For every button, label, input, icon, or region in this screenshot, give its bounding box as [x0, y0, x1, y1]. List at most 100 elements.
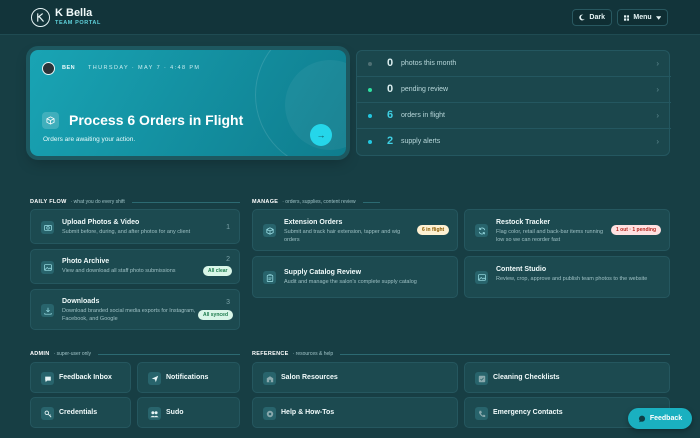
- card-title: Credentials: [59, 409, 98, 416]
- card-cleaning-checklists[interactable]: Cleaning Checklists: [464, 362, 670, 393]
- section-title: MANAGE: [252, 199, 279, 205]
- section-subtitle: · what you do every shift: [70, 199, 125, 205]
- card-title: Help & How-Tos: [281, 409, 335, 416]
- card-title: Photo Archive: [62, 258, 110, 265]
- card-content-studio[interactable]: Content Studio Review, crop, approve and…: [464, 256, 670, 298]
- chat-icon: [41, 372, 54, 385]
- card-description: Submit and track hair extension, tapper …: [284, 229, 401, 243]
- card-title: Supply Catalog Review: [284, 269, 362, 276]
- card-credentials[interactable]: Credentials: [30, 397, 131, 428]
- card-index: 3: [226, 299, 230, 306]
- moon-icon: [579, 14, 585, 21]
- refresh-icon: [475, 224, 488, 237]
- section-header-daily-flow: DAILY FLOW · what you do every shift: [30, 197, 240, 207]
- section-divider: [362, 201, 380, 203]
- card-description: View and download all staff photo submis…: [62, 268, 176, 274]
- help-icon: [263, 407, 276, 420]
- stat-label: pending review: [401, 86, 449, 93]
- stat-number: 0: [387, 57, 394, 69]
- status-badge: 1 out · 1 pending: [611, 225, 661, 235]
- feedback-label: Feedback: [649, 415, 683, 422]
- card-title: Content Studio: [496, 266, 547, 273]
- card-title: Salon Resources: [281, 374, 338, 381]
- image-icon: [475, 271, 488, 284]
- card-title: Sudo: [166, 409, 184, 416]
- chevron-right-icon: ›: [656, 137, 659, 146]
- section-divider: [340, 353, 670, 355]
- card-description: Submit before, during, and after photos …: [62, 229, 191, 235]
- chevron-right-icon: ›: [656, 85, 659, 94]
- chevron-right-icon: ›: [656, 111, 659, 120]
- status-badge: All synced: [198, 310, 234, 320]
- image-icon: [41, 261, 54, 274]
- card-title: Upload Photos & Video: [62, 219, 140, 226]
- card-title: Restock Tracker: [496, 219, 551, 226]
- section-title: DAILY FLOW: [30, 199, 67, 205]
- card-salon-resources[interactable]: Salon Resources: [252, 362, 458, 393]
- card-index: 1: [226, 224, 230, 231]
- stat-row-photos[interactable]: 0 photos this month ›: [357, 51, 671, 77]
- card-title: Notifications: [166, 374, 209, 381]
- stats-panel: 0 photos this month › 0 pending review ›…: [356, 50, 671, 156]
- avatar: [42, 62, 55, 75]
- hero-user-name: BEN: [62, 65, 76, 71]
- section-divider: [131, 201, 240, 203]
- top-header: K Bella TEAM PORTAL Dark Menu: [0, 0, 700, 35]
- building-icon: [263, 372, 276, 385]
- stat-row-pending[interactable]: 0 pending review ›: [357, 77, 671, 103]
- status-dot: [368, 140, 372, 144]
- brand-subtitle: TEAM PORTAL: [55, 20, 101, 26]
- menu-label: Menu: [633, 14, 652, 21]
- feedback-button[interactable]: Feedback: [628, 408, 692, 429]
- status-badge: All clear: [203, 266, 233, 276]
- chat-icon: [638, 415, 645, 422]
- card-title: Extension Orders: [284, 219, 343, 226]
- dark-mode-label: Dark: [589, 14, 605, 21]
- grid-icon: [624, 14, 630, 21]
- status-badge: 6 in flight: [417, 225, 450, 235]
- card-help-how-tos[interactable]: Help & How-Tos: [252, 397, 458, 428]
- chevron-down-icon: [655, 15, 661, 20]
- brand-logo-icon[interactable]: [31, 8, 50, 27]
- stat-row-orders[interactable]: 6 orders in flight ›: [357, 103, 671, 129]
- card-extension-orders[interactable]: Extension Orders Submit and track hair e…: [252, 209, 458, 251]
- send-icon: [148, 372, 161, 385]
- card-sudo[interactable]: Sudo: [137, 397, 240, 428]
- status-dot: [368, 88, 372, 92]
- users-icon: [148, 407, 161, 420]
- card-photo-archive[interactable]: Photo Archive View and download all staf…: [30, 249, 240, 284]
- checklist-icon: [475, 372, 488, 385]
- card-notifications[interactable]: Notifications: [137, 362, 240, 393]
- status-dot: [368, 114, 372, 118]
- clipboard-icon: [263, 271, 276, 284]
- section-header-admin: ADMIN · super-user only: [30, 349, 240, 359]
- arrow-right-icon[interactable]: →: [310, 124, 332, 146]
- section-subtitle: · orders, supplies, content review: [282, 199, 356, 205]
- card-restock-tracker[interactable]: Restock Tracker Flag color, retail and b…: [464, 209, 670, 251]
- card-supply-catalog-review[interactable]: Supply Catalog Review Audit and manage t…: [252, 256, 458, 298]
- card-title: Emergency Contacts: [493, 409, 563, 416]
- status-dot: [368, 62, 372, 66]
- menu-button[interactable]: Menu: [617, 9, 668, 26]
- section-header-reference: REFERENCE · resources & help: [252, 349, 670, 359]
- hero-card[interactable]: BEN THURSDAY · MAY 7 · 4:48 PM Process 6…: [30, 50, 346, 156]
- stat-number: 6: [387, 109, 394, 121]
- key-icon: [41, 407, 54, 420]
- card-upload-photos[interactable]: Upload Photos & Video Submit before, dur…: [30, 209, 240, 244]
- card-title: Downloads: [62, 298, 100, 305]
- card-title: Feedback Inbox: [59, 374, 112, 381]
- box-icon: [263, 224, 276, 237]
- card-feedback-inbox[interactable]: Feedback Inbox: [30, 362, 131, 393]
- hero-subtitle: Orders are awaiting your action.: [43, 136, 136, 143]
- dark-mode-button[interactable]: Dark: [572, 9, 612, 26]
- box-icon: [42, 112, 59, 129]
- section-header-manage: MANAGE · orders, supplies, content revie…: [252, 197, 380, 207]
- card-title: Cleaning Checklists: [493, 374, 560, 381]
- card-description: Flag color, retail and back-bar items ru…: [496, 229, 603, 243]
- card-description: Review, crop, approve and publish team p…: [496, 276, 648, 282]
- stat-label: supply alerts: [401, 138, 441, 145]
- stat-label: orders in flight: [401, 112, 445, 119]
- card-downloads[interactable]: Downloads Download branded social media …: [30, 289, 240, 330]
- section-subtitle: · resources & help: [292, 351, 334, 357]
- stat-row-supply[interactable]: 2 supply alerts ›: [357, 129, 671, 155]
